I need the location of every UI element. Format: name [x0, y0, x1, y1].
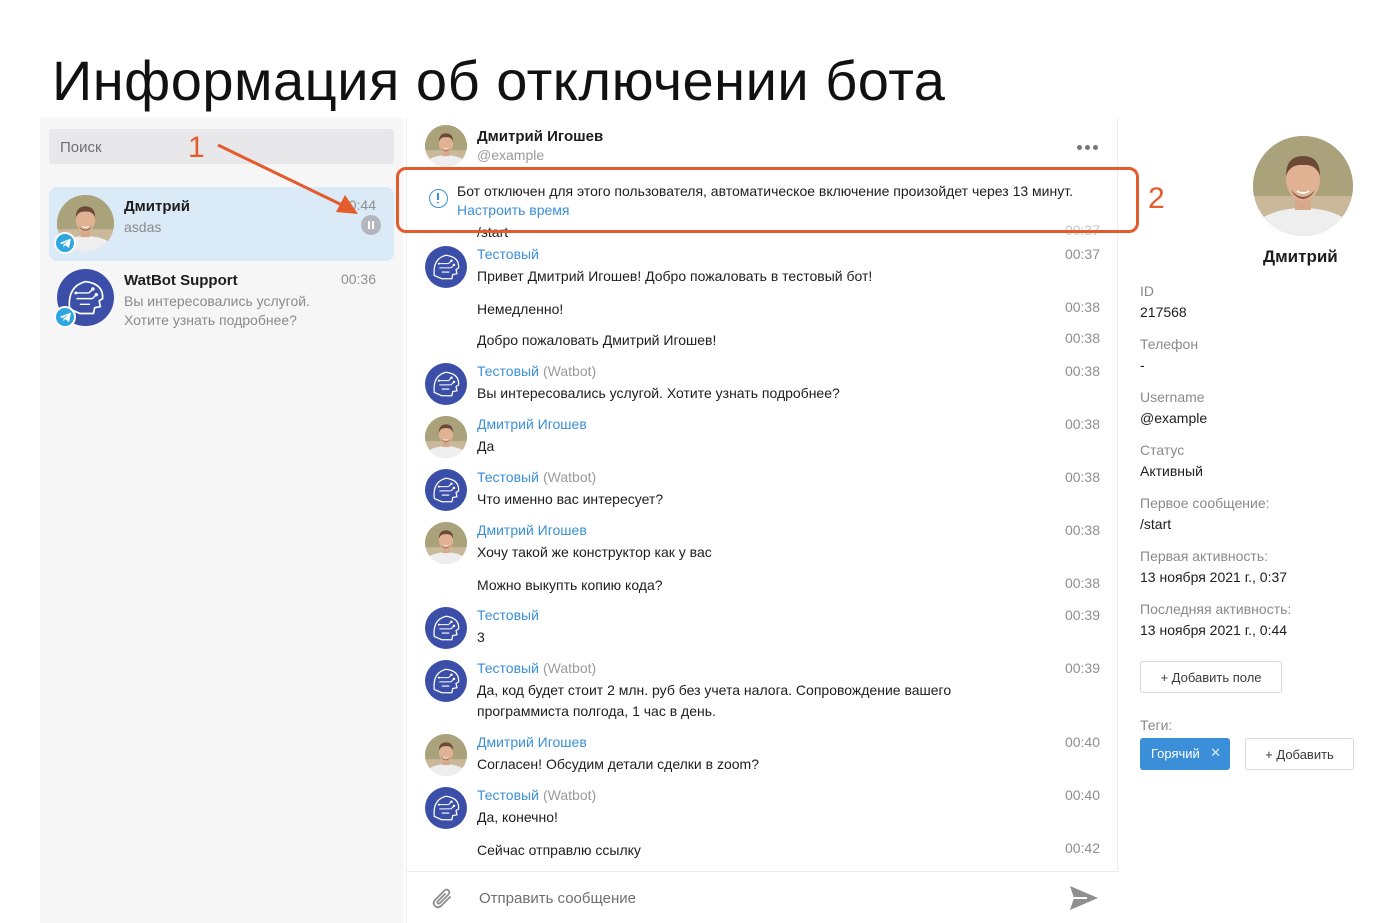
message-text: 3: [477, 629, 485, 645]
chat-time: 00:36: [340, 271, 376, 287]
chat-name: WatBot Support: [124, 272, 238, 289]
field-label: Последняя активность:: [1140, 601, 1292, 617]
message-sender[interactable]: Тестовый: [477, 787, 539, 803]
message-text: Сейчас отправлю ссылку: [477, 842, 641, 858]
message-text: Добро пожаловать Дмитрий Игошев!: [477, 332, 717, 348]
messenger-app: Поиск Дмитрий asdas 0:44 WatBot Support …: [40, 118, 1393, 923]
annotation-number-2: 2: [1148, 182, 1165, 215]
message-time: 00:38: [1064, 575, 1100, 591]
sender-tag: (Watbot): [543, 787, 597, 803]
message-sender[interactable]: Тестовый: [477, 363, 539, 379]
chat-preview: asdas: [124, 219, 162, 235]
message-text: Привет Дмитрий Игошев! Добро пожаловать …: [477, 268, 873, 284]
message-sender[interactable]: Дмитрий Игошев: [477, 734, 587, 750]
field-label: Username: [1140, 389, 1205, 405]
remove-tag-icon[interactable]: ✕: [1210, 745, 1221, 761]
message-composer: Отправить сообщение: [407, 871, 1119, 923]
field-value: @example: [1140, 410, 1208, 426]
message-time: 00:38: [1064, 416, 1100, 432]
message-sender[interactable]: Тестовый: [477, 469, 539, 485]
chat-item-watbot-support[interactable]: WatBot Support Вы интересовались услугой…: [49, 261, 394, 335]
field-value: 13 ноября 2021 г., 0:44: [1140, 622, 1288, 638]
chat-preview: Вы интересовались услугой. Хотите узнать…: [124, 293, 310, 328]
search-input[interactable]: Поиск: [49, 129, 394, 164]
chat-item-dmitriy[interactable]: Дмитрий asdas 0:44: [49, 187, 394, 261]
bot-avatar: [425, 363, 467, 405]
telegram-icon: [54, 232, 76, 254]
message-time: 00:40: [1064, 787, 1100, 803]
user-avatar: [425, 416, 467, 458]
message-time: 00:40: [1064, 734, 1100, 750]
sender-tag: (Watbot): [543, 363, 597, 379]
tag-label: Горячий: [1151, 746, 1200, 761]
message-time: 00:38: [1064, 330, 1100, 346]
message-text: Вы интересовались услугой. Хотите узнать…: [477, 385, 840, 401]
bot-avatar: [425, 469, 467, 511]
message-input[interactable]: Отправить сообщение: [479, 890, 636, 907]
add-field-button[interactable]: + Добавить поле: [1140, 661, 1282, 693]
message-text: Да, конечно!: [477, 809, 558, 825]
sender-tag: (Watbot): [543, 660, 597, 676]
contact-avatar[interactable]: [425, 125, 467, 167]
message-time: 00:39: [1064, 607, 1100, 623]
user-avatar: [425, 522, 467, 564]
tags-label: Теги:: [1140, 717, 1173, 733]
message-time: 00:37: [1064, 246, 1100, 262]
message-sender[interactable]: Дмитрий Игошев: [477, 522, 587, 538]
message-time: 00:42: [1064, 840, 1100, 856]
bot-avatar: [425, 660, 467, 702]
message-text: Хочу такой же конструктор как у вас: [477, 544, 712, 560]
bot-avatar: [425, 787, 467, 829]
send-icon[interactable]: [1069, 885, 1099, 911]
field-value: 217568: [1140, 304, 1187, 320]
field-label: ID: [1140, 283, 1154, 299]
add-tag-button[interactable]: + Добавить: [1245, 738, 1354, 770]
user-avatar: [425, 734, 467, 776]
field-label: Первая активность:: [1140, 548, 1269, 564]
message-time: 00:38: [1064, 363, 1100, 379]
field-value: 13 ноября 2021 г., 0:37: [1140, 569, 1288, 585]
message-text: Что именно вас интересует?: [477, 491, 664, 507]
alert-highlight-box: [396, 167, 1139, 233]
slide-title: Информация об отключении бота: [52, 49, 946, 112]
chat-name: Дмитрий: [124, 198, 190, 215]
message-time: 00:38: [1064, 299, 1100, 315]
message-time: 00:39: [1064, 660, 1100, 676]
message-time: 00:38: [1064, 522, 1100, 538]
paperclip-icon[interactable]: [431, 886, 455, 912]
message-text: Да: [477, 438, 495, 454]
message-text: Немедленно!: [477, 301, 564, 317]
message-text: Можно выкупть копию кода?: [477, 577, 663, 593]
message-text: Согласен! Обсудим детали сделки в zoom?: [477, 756, 759, 772]
annotation-number-1: 1: [188, 131, 205, 164]
field-value: /start: [1140, 516, 1172, 532]
message-sender[interactable]: Тестовый: [477, 660, 539, 676]
message-sender[interactable]: Тестовый: [477, 607, 539, 623]
sender-tag: (Watbot): [543, 469, 597, 485]
profile-name: Дмитрий: [1263, 247, 1338, 266]
message-list[interactable]: /start 00:37 Тестовый Привет Дмитрий Игош…: [407, 222, 1119, 862]
message-sender[interactable]: Тестовый: [477, 246, 539, 262]
chat-list-panel: Поиск Дмитрий asdas 0:44 WatBot Support …: [40, 118, 403, 923]
contact-name: Дмитрий Игошев: [477, 128, 604, 145]
chat-time: 0:44: [348, 197, 376, 213]
message-sender[interactable]: Дмитрий Игошев: [477, 416, 587, 432]
telegram-icon: [54, 306, 76, 328]
field-label: Телефон: [1140, 336, 1199, 352]
field-label: Статус: [1140, 442, 1185, 458]
bot-paused-icon: [361, 215, 381, 235]
more-options-icon[interactable]: [1077, 145, 1099, 151]
bot-avatar: [425, 607, 467, 649]
message-time: 00:38: [1064, 469, 1100, 485]
message-text: Да, код будет стоит 2 млн. руб без учета…: [477, 682, 952, 719]
contact-handle: @example: [477, 147, 545, 163]
profile-panel: Дмитрий ID 217568 Телефон - Username @example…: [1120, 118, 1393, 923]
field-value: Активный: [1140, 463, 1203, 479]
conversation-panel: Дмитрий Игошев @example /start 00:37 Тес…: [406, 118, 1119, 923]
bot-avatar: [425, 246, 467, 288]
tag-chip[interactable]: Горячий ✕: [1140, 738, 1230, 770]
profile-avatar: [1253, 136, 1353, 236]
field-value: -: [1140, 357, 1145, 373]
field-label: Первое сообщение:: [1140, 495, 1270, 511]
